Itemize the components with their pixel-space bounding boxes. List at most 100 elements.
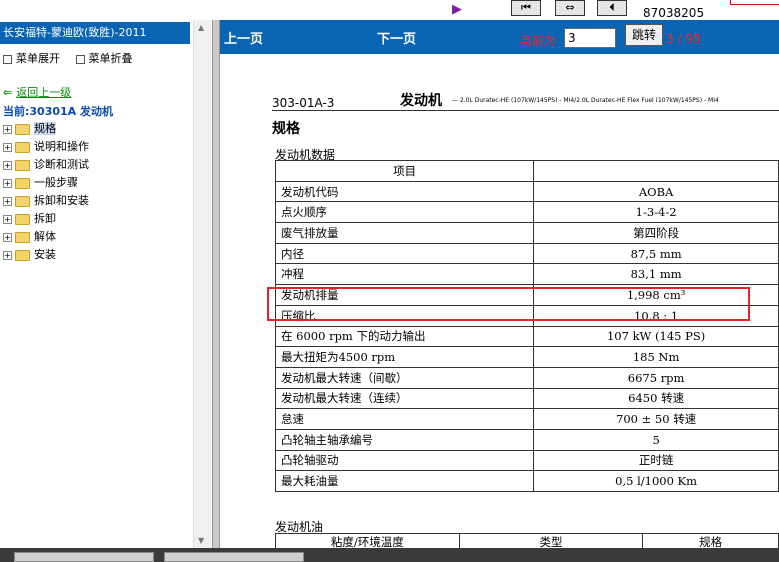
row-item: 发动机最大转速（连续） <box>274 387 535 410</box>
tree-item-removal-installation[interactable]: + 拆卸和安装 <box>3 193 89 211</box>
fit-page-button[interactable]: ⇔ <box>555 0 585 16</box>
scroll-up-icon[interactable]: ▲ <box>198 23 204 32</box>
row-item: 内径 <box>274 242 535 265</box>
tree-item-disassembly[interactable]: + 解体 <box>3 229 89 247</box>
row-item: 最大耗油量 <box>274 470 535 492</box>
column-header-spec: 规格 <box>642 533 779 548</box>
tree-item-label: 拆卸 <box>34 212 56 225</box>
menu-controls: 菜单展开 菜单折叠 <box>3 50 145 66</box>
column-header-item: 项目 <box>274 160 535 182</box>
tree-item-diagnosis[interactable]: + 诊断和测试 <box>3 157 89 175</box>
row-item: 在 6000 rpm 下的动力输出 <box>274 325 535 348</box>
scroll-down-icon[interactable]: ▼ <box>198 536 204 545</box>
next-page-button[interactable]: 下一页 <box>377 28 416 47</box>
tree-item-label: 规格 <box>34 122 56 135</box>
jump-button[interactable]: 跳转 <box>625 24 663 46</box>
section-title: 规格 <box>272 121 300 137</box>
row-item: 废气排放量 <box>274 222 535 244</box>
folder-icon <box>15 123 30 135</box>
table-row: 发动机最大转速（连续） 6450 转速 <box>274 387 779 410</box>
collapse-icon <box>75 54 85 64</box>
page-number-input[interactable] <box>564 28 616 48</box>
engine-oil-table: 粘度/环境温度 类型 规格 <box>275 533 779 548</box>
back-page-button[interactable]: ⏴ <box>597 0 627 16</box>
first-page-button[interactable]: ⏮ <box>511 0 541 16</box>
tree-item-label: 一般步骤 <box>34 176 78 189</box>
page-navigation-bar: 上一页 下一页 当前为 跳转 3 / 98 <box>220 20 779 54</box>
tree-item-label: 解体 <box>34 230 56 243</box>
row-item: 凸轮轴驱动 <box>274 449 535 472</box>
row-item: 点火顺序 <box>274 201 535 224</box>
left-scrollbar[interactable]: ▲ ▼ <box>193 20 211 548</box>
row-item: 凸轮轴主轴承编号 <box>274 428 535 451</box>
engine-variant: — 2.0L Duratec-HE (107kW/145PS) - MI4/2.… <box>452 97 719 104</box>
folder-icon <box>15 231 30 243</box>
document-header: 303-01A-3 发动机 — 2.0L Duratec-HE (107kW/1… <box>272 90 779 111</box>
expand-plus-icon[interactable]: + <box>3 160 12 170</box>
table-header-row: 粘度/环境温度 类型 规格 <box>275 533 779 548</box>
back-to-parent-link[interactable]: ⇐ 返回上一级 <box>3 84 71 100</box>
taskbar-tab[interactable] <box>164 552 304 562</box>
tree-item-label: 安装 <box>34 248 56 261</box>
column-header-viscosity: 粘度/环境温度 <box>275 533 460 548</box>
expand-plus-icon[interactable]: + <box>3 232 12 242</box>
row-item: 最大扭矩为4500 rpm <box>274 346 535 368</box>
expand-icon <box>3 54 12 64</box>
play-arrow-icon: ▶ <box>452 2 462 17</box>
table-row: 冲程 83,1 mm <box>274 263 779 286</box>
table-row: 最大扭矩为4500 rpm 185 Nm <box>274 346 779 368</box>
table-row: 凸轮轴主轴承编号 5 <box>274 428 779 451</box>
row-item: 怠速 <box>274 408 535 430</box>
expand-plus-icon[interactable]: + <box>3 214 12 224</box>
row-item: 冲程 <box>274 263 535 286</box>
prev-page-button[interactable]: 上一页 <box>224 28 263 47</box>
expand-plus-icon[interactable]: + <box>3 142 12 152</box>
section-tree: + 规格 + 说明和操作 + 诊断和测试 + 一般步骤 + 拆卸和安装 + 拆卸 + 解体 +… <box>3 121 89 265</box>
highlight-box <box>267 287 750 321</box>
column-header-type: 类型 <box>458 533 644 548</box>
chapter-title: 发动机 <box>400 93 442 109</box>
row-value: 5 <box>533 428 779 451</box>
document-number: 87038205 <box>643 6 705 20</box>
top-red-frame <box>730 0 779 5</box>
tree-item-label: 说明和操作 <box>34 140 89 153</box>
row-value: 185 Nm <box>533 346 779 368</box>
taskbar <box>0 548 779 562</box>
tree-item-installation[interactable]: + 安装 <box>3 247 89 265</box>
row-item: 发动机最大转速（间歇） <box>274 366 535 389</box>
top-toolbar: ▶ ⏮ ⇔ ⏴ 87038205 <box>0 0 779 20</box>
expand-plus-icon[interactable]: + <box>3 250 12 260</box>
expand-plus-icon[interactable]: + <box>3 196 12 206</box>
row-value: 87,5 mm <box>533 242 779 265</box>
tree-item-description[interactable]: + 说明和操作 <box>3 139 89 157</box>
current-node-label: 当前:30301A 发动机 <box>3 105 114 118</box>
table-row: 发动机最大转速（间歇） 6675 rpm <box>274 366 779 389</box>
table-row: 废气排放量 第四阶段 <box>274 222 779 244</box>
menu-expand-link[interactable]: 菜单展开 <box>16 52 60 65</box>
current-page-label: 当前为 <box>520 34 557 48</box>
tree-item-general[interactable]: + 一般步骤 <box>3 175 89 193</box>
folder-icon <box>15 159 30 171</box>
row-value: 107 kW (145 PS) <box>533 325 779 348</box>
row-value: 83,1 mm <box>533 263 779 286</box>
vehicle-model-title: 长安福特-蒙迪欧(致胜)-2011 <box>0 22 190 44</box>
left-navigation-panel: 长安福特-蒙迪欧(致胜)-2011 菜单展开 菜单折叠 ⇐ 返回上一级 当前:30… <box>0 20 212 548</box>
menu-collapse-link[interactable]: 菜单折叠 <box>89 52 133 65</box>
tree-item-removal[interactable]: + 拆卸 <box>3 211 89 229</box>
folder-icon <box>15 213 30 225</box>
taskbar-tab[interactable] <box>14 552 154 562</box>
table-header-row: 项目 <box>274 160 779 182</box>
back-label: 返回上一级 <box>16 86 72 99</box>
tree-item-label: 诊断和测试 <box>34 158 89 171</box>
column-header-value <box>533 160 779 182</box>
row-value: 1-3-4-2 <box>533 201 779 224</box>
folder-icon <box>15 177 30 189</box>
panel-splitter[interactable] <box>212 20 220 548</box>
row-value: AOBA <box>533 180 779 203</box>
table-row: 怠速 700 ± 50 转速 <box>274 408 779 430</box>
engine-data-table: 项目 发动机代码 AOBA 点火顺序 1-3-4-2 废气排放量 第四阶段 内径 87,… <box>274 160 779 492</box>
expand-plus-icon[interactable]: + <box>3 178 12 188</box>
tree-item-specs[interactable]: + 规格 <box>3 121 89 139</box>
expand-plus-icon[interactable]: + <box>3 124 12 134</box>
row-value: 正时链 <box>533 449 779 472</box>
